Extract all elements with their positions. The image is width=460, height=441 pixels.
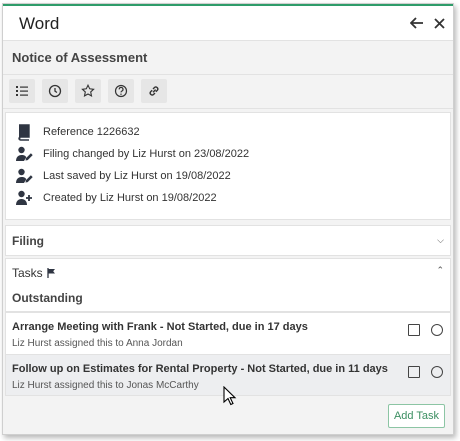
task-radio[interactable] — [431, 324, 443, 336]
reference-row: Reference 1226632 — [15, 122, 140, 142]
user-edit-icon — [16, 168, 33, 183]
filing-changed-text: Filing changed by Liz Hurst on 23/08/202… — [43, 148, 250, 160]
task-assignment: Liz Hurst assigned this to Jonas McCarth… — [12, 380, 199, 391]
history-button[interactable] — [42, 79, 68, 103]
details-list-button[interactable] — [9, 79, 35, 103]
document-title: Notice of Assessment — [12, 50, 148, 65]
help-button[interactable] — [108, 79, 134, 103]
task-assignment: Liz Hurst assigned this to Anna Jordan — [12, 338, 183, 349]
add-task-button[interactable]: Add Task — [388, 404, 445, 428]
outstanding-label: Outstanding — [12, 291, 83, 305]
filing-changed-row: Filing changed by Liz Hurst on 23/08/202… — [15, 144, 249, 164]
tasks-section-header[interactable]: Tasks ⌃ — [5, 258, 451, 284]
task-title: Arrange Meeting with Frank - Not Started… — [12, 321, 308, 333]
close-icon — [433, 17, 445, 29]
list-icon — [16, 86, 28, 96]
chevron-down-icon[interactable]: ⌵ — [437, 235, 444, 246]
document-info-card: Reference 1226632 Filing changed by Liz … — [5, 112, 451, 220]
task-checkbox[interactable] — [408, 366, 420, 378]
user-plus-icon — [16, 190, 32, 205]
file-details-panel: Word Notice of Assessment Reference 1226… — [2, 3, 454, 435]
close-button[interactable] — [428, 12, 450, 34]
favourite-button[interactable] — [75, 79, 101, 103]
arrow-left-icon — [410, 17, 423, 29]
created-text: Created by Liz Hurst on 19/08/2022 — [43, 192, 217, 204]
help-icon — [114, 84, 128, 98]
link-icon — [149, 86, 159, 96]
last-saved-text: Last saved by Liz Hurst on 19/08/2022 — [43, 170, 231, 182]
chevron-up-icon[interactable]: ⌃ — [436, 265, 444, 276]
task-item[interactable]: Arrange Meeting with Frank - Not Started… — [5, 312, 451, 354]
mouse-cursor-icon — [223, 386, 237, 406]
filing-section-header[interactable]: Filing ⌵ — [5, 225, 451, 256]
toolbar — [3, 74, 453, 109]
back-button[interactable] — [406, 12, 428, 34]
link-button[interactable] — [141, 79, 167, 103]
task-title: Follow up on Estimates for Rental Proper… — [12, 363, 388, 375]
clock-icon — [48, 84, 62, 98]
book-icon — [18, 124, 30, 141]
filing-label: Filing — [12, 234, 44, 248]
last-saved-row: Last saved by Liz Hurst on 19/08/2022 — [15, 166, 231, 186]
task-checkbox[interactable] — [408, 324, 420, 336]
panel-header: Word — [3, 6, 453, 41]
star-icon — [81, 84, 95, 97]
user-edit-icon — [16, 146, 33, 161]
outstanding-header: Outstanding — [5, 284, 451, 312]
created-row: Created by Liz Hurst on 19/08/2022 — [15, 188, 217, 208]
task-radio[interactable] — [431, 366, 443, 378]
reference-text: Reference 1226632 — [43, 126, 140, 138]
app-title: Word — [19, 14, 60, 33]
tasks-label: Tasks — [12, 266, 43, 280]
flag-icon — [47, 268, 55, 278]
